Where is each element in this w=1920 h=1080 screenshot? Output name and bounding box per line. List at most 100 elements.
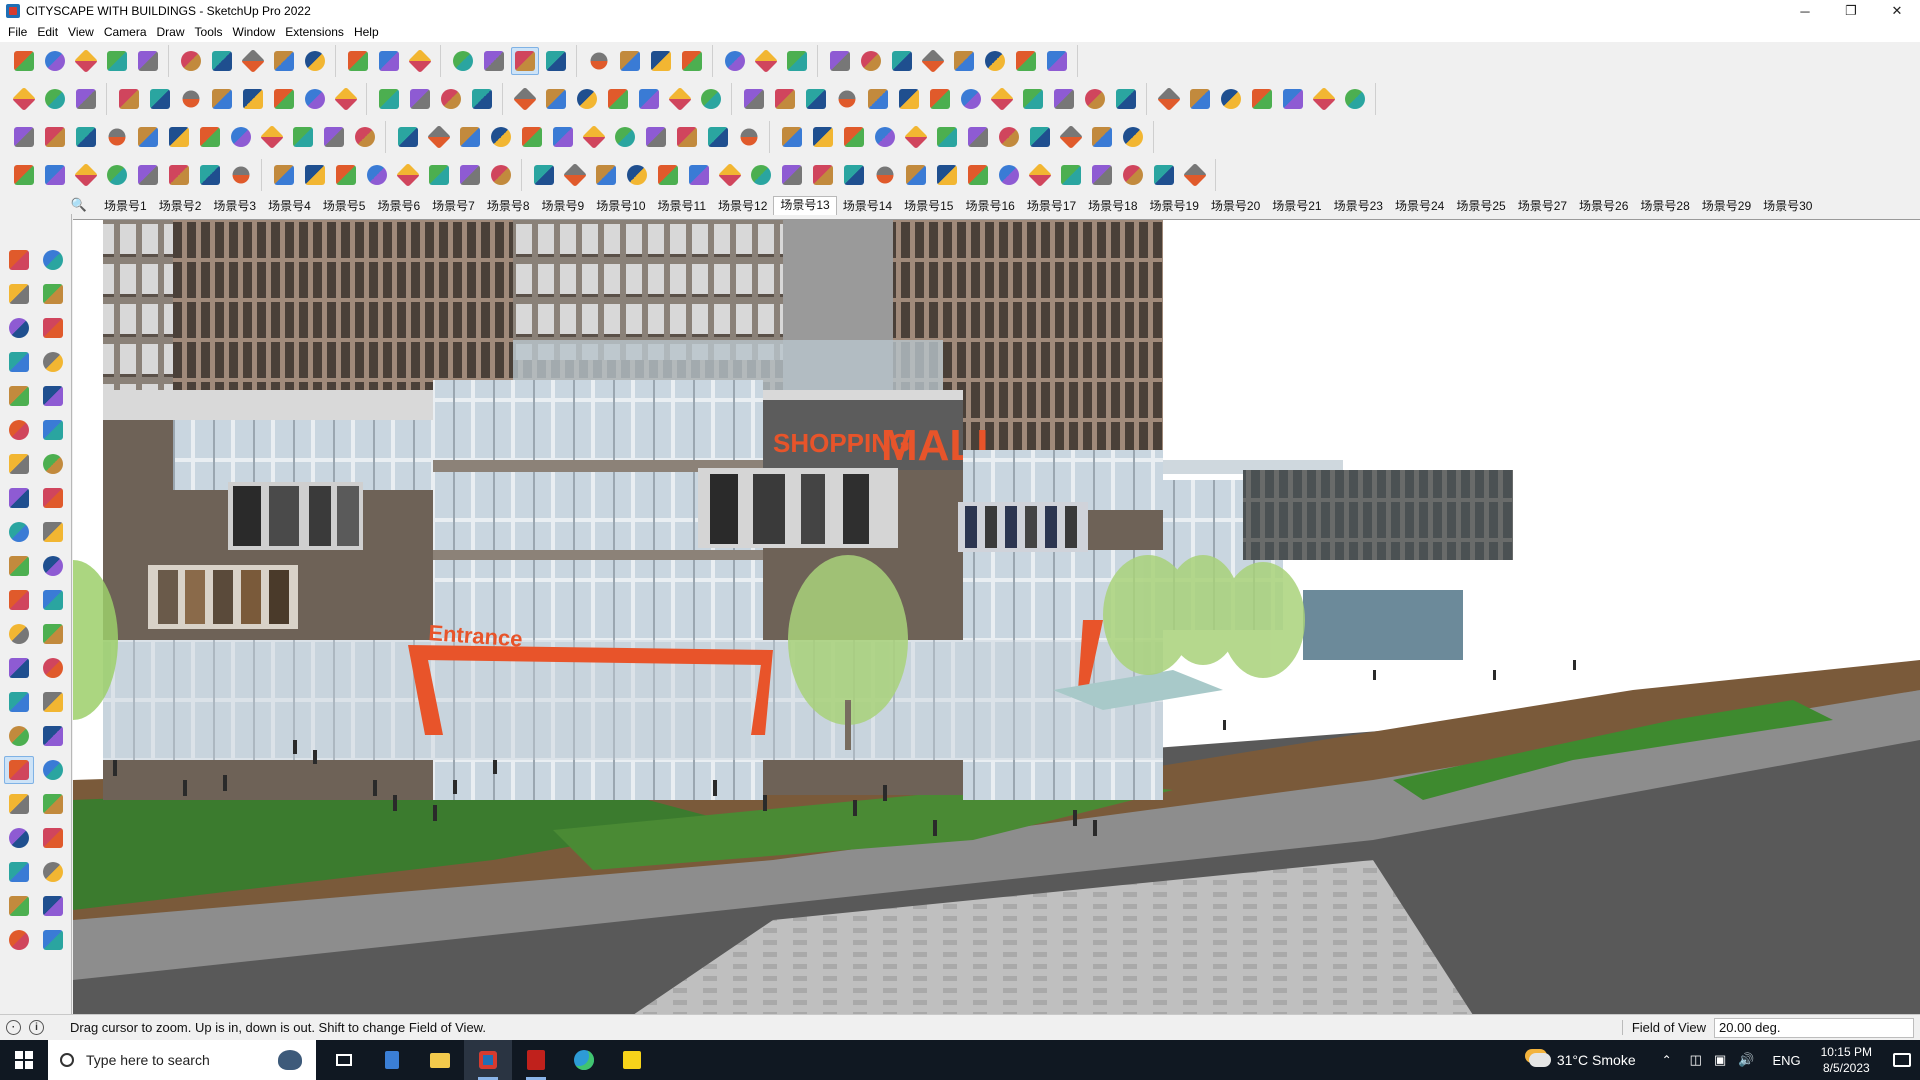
sticky-notes-icon[interactable] xyxy=(608,1040,656,1080)
geo-location-icon[interactable]: · xyxy=(6,1020,21,1035)
start-button[interactable] xyxy=(0,1040,48,1080)
menu-extensions[interactable]: Extensions xyxy=(281,25,350,39)
shade-button[interactable] xyxy=(964,123,992,151)
left-tool-circle-button[interactable] xyxy=(4,416,34,444)
menu-tools[interactable]: Tools xyxy=(191,25,229,39)
scene-tab[interactable]: 场景号25 xyxy=(1450,197,1511,214)
dot-button[interactable] xyxy=(995,123,1023,151)
loft-button[interactable] xyxy=(301,85,329,113)
zoom-extents-button[interactable] xyxy=(542,47,570,75)
warehouse-button[interactable] xyxy=(721,47,749,75)
add-button[interactable] xyxy=(425,123,453,151)
scene-tab[interactable]: 场景号14 xyxy=(837,197,898,214)
left-tool-orbit-button[interactable] xyxy=(4,722,34,750)
flip-button[interactable] xyxy=(888,47,916,75)
menu-help[interactable]: Help xyxy=(350,25,385,39)
plug-button[interactable] xyxy=(902,123,930,151)
grid-button[interactable] xyxy=(933,123,961,151)
scene-tab[interactable]: 场景号8 xyxy=(481,197,536,214)
offset-edge-button[interactable] xyxy=(270,161,298,189)
scene-tab[interactable]: 场景号11 xyxy=(652,197,712,214)
circle-button[interactable] xyxy=(864,85,892,113)
left-tool-line-button[interactable] xyxy=(4,348,34,376)
scene-tab[interactable]: 场景号19 xyxy=(1144,197,1205,214)
window-frame-button[interactable] xyxy=(258,123,286,151)
offset-button[interactable] xyxy=(239,85,267,113)
slat-button[interactable] xyxy=(747,161,775,189)
parallelogram-button[interactable] xyxy=(926,85,954,113)
tile-button[interactable] xyxy=(103,123,131,151)
menu-window[interactable]: Window xyxy=(229,25,282,39)
show-hidden-icons-chevron-icon[interactable]: ⌃ xyxy=(1662,1053,1672,1067)
normal-push-pull-button[interactable] xyxy=(177,85,205,113)
scene-tab[interactable]: 场景号4 xyxy=(262,197,317,214)
left-tool-pie-button[interactable] xyxy=(38,450,68,478)
cross-button[interactable] xyxy=(456,123,484,151)
spline-button[interactable] xyxy=(103,161,131,189)
align-button[interactable] xyxy=(919,47,947,75)
railing-button[interactable] xyxy=(592,161,620,189)
group-button[interactable] xyxy=(41,85,69,113)
door-button[interactable] xyxy=(666,85,694,113)
left-tool-two-point-arc-button[interactable] xyxy=(4,484,34,512)
scene-tab[interactable]: 场景号12 xyxy=(712,197,773,214)
info-icon[interactable]: i xyxy=(29,1020,44,1035)
list-button[interactable] xyxy=(227,123,255,151)
network-icon[interactable]: ▣ xyxy=(1714,1052,1726,1068)
left-tool-text-button[interactable] xyxy=(38,654,68,682)
tag-button[interactable] xyxy=(1043,47,1071,75)
ribbon-button[interactable] xyxy=(933,161,961,189)
box-button[interactable] xyxy=(289,123,317,151)
arrow-button[interactable] xyxy=(735,123,763,151)
left-tool-tape-button[interactable] xyxy=(4,620,34,648)
star-button[interactable] xyxy=(673,123,701,151)
spin-button[interactable] xyxy=(642,123,670,151)
left-tool-zoom-button[interactable] xyxy=(4,756,34,784)
roof-panel-button[interactable] xyxy=(809,161,837,189)
polygon-button[interactable] xyxy=(833,85,861,113)
cluster-button[interactable] xyxy=(778,123,806,151)
render-button[interactable] xyxy=(1279,85,1307,113)
rubber-button[interactable] xyxy=(1112,85,1140,113)
knot-button[interactable] xyxy=(580,123,608,151)
scene-tab[interactable]: 场景号23 xyxy=(1328,197,1389,214)
fillet-button[interactable] xyxy=(332,85,360,113)
left-tool-rotate-button[interactable] xyxy=(4,552,34,580)
section-fill-button[interactable] xyxy=(647,47,675,75)
push-pull-button[interactable] xyxy=(177,47,205,75)
task-view-icon[interactable] xyxy=(320,1040,368,1080)
bridge-button[interactable] xyxy=(425,161,453,189)
scene-tab[interactable]: 场景号1 xyxy=(98,197,153,214)
follow-me-button[interactable] xyxy=(208,47,236,75)
cladding-button[interactable] xyxy=(871,161,899,189)
beam-button[interactable] xyxy=(623,161,651,189)
left-tool-protractor-button[interactable] xyxy=(4,654,34,682)
scene-tab[interactable]: 场景号6 xyxy=(371,197,426,214)
scene-tab[interactable]: 场景号3 xyxy=(207,197,262,214)
pan-button[interactable] xyxy=(480,47,508,75)
shell-button[interactable] xyxy=(1150,161,1178,189)
menu-view[interactable]: View xyxy=(64,25,100,39)
paint-bucket-button[interactable] xyxy=(134,47,162,75)
column-button[interactable] xyxy=(654,161,682,189)
left-tool-push-pull-button[interactable] xyxy=(38,518,68,546)
scene-tab[interactable]: 场景号24 xyxy=(1389,197,1450,214)
export-button[interactable] xyxy=(857,47,885,75)
shutter-button[interactable] xyxy=(995,161,1023,189)
paint-button[interactable] xyxy=(406,47,434,75)
scene-tab[interactable]: 场景号29 xyxy=(1696,197,1757,214)
left-tool-zoom-window-button[interactable] xyxy=(38,756,68,784)
join-push-pull-button[interactable] xyxy=(115,85,143,113)
left-tool-component-button[interactable] xyxy=(38,246,68,274)
line-draw-button[interactable] xyxy=(41,161,69,189)
left-tool-rotated-rectangle-button[interactable] xyxy=(38,382,68,410)
pencil-button[interactable] xyxy=(72,47,100,75)
house-button[interactable] xyxy=(573,85,601,113)
calculator-app-icon[interactable] xyxy=(368,1040,416,1080)
section-cut-button[interactable] xyxy=(678,47,706,75)
split-edge-button[interactable] xyxy=(301,161,329,189)
scene-tab[interactable]: 场景号30 xyxy=(1757,197,1818,214)
scene-tab[interactable]: 场景号28 xyxy=(1634,197,1695,214)
left-tool-previous-view-button[interactable] xyxy=(38,790,68,818)
acrobat-taskbar-icon[interactable] xyxy=(512,1040,560,1080)
